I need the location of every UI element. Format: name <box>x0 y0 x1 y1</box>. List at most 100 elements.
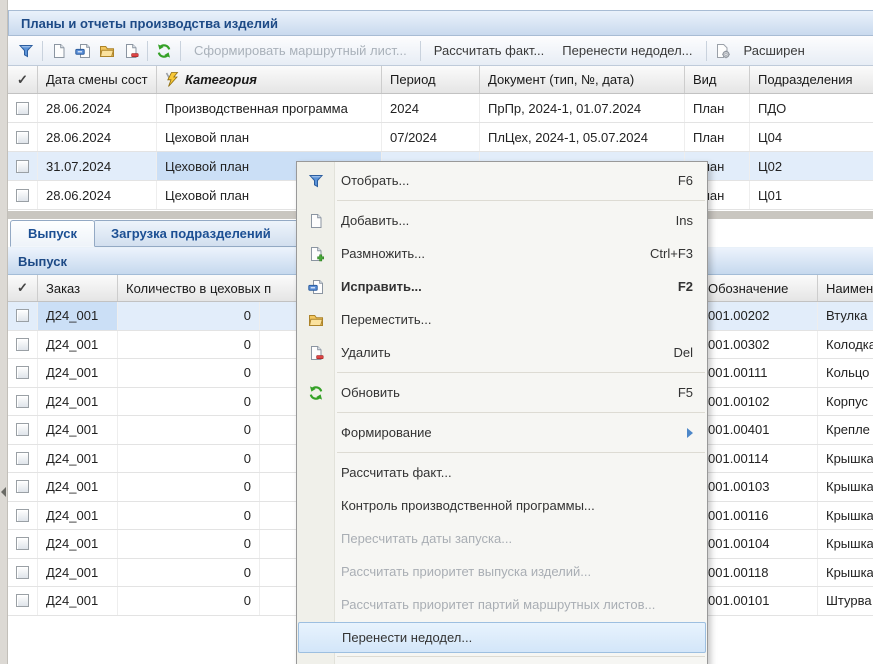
menu-item-dobavit[interactable]: Добавить...Ins <box>297 204 707 237</box>
menu-item-udalit[interactable]: УдалитьDel <box>297 336 707 369</box>
left-collapse-strip[interactable] <box>0 0 8 664</box>
row-checkbox[interactable] <box>16 509 29 522</box>
advanced-button[interactable]: Расширен <box>735 43 814 58</box>
transfer-backlog-button[interactable]: Перенести недодел... <box>553 43 701 58</box>
cell-name: Крышка <box>818 473 873 501</box>
cell-name: Кольцо <box>818 359 873 387</box>
column-header-document[interactable]: Документ (тип, №, дата) <box>480 66 685 93</box>
menu-item-perenesti-nedodel[interactable]: Перенести недодел... <box>298 622 706 653</box>
row-checkbox[interactable] <box>16 160 29 173</box>
row-checkbox-cell <box>8 416 38 444</box>
cell-quantity: 0 <box>118 359 260 387</box>
menu-item-razmnozhit[interactable]: Размножить...Ctrl+F3 <box>297 237 707 270</box>
menu-item-ispravit[interactable]: Исправить...F2 <box>297 270 707 303</box>
row-checkbox[interactable] <box>16 131 29 144</box>
cell-order: Д24_001 <box>38 331 118 359</box>
cell-name: Штурва <box>818 587 873 615</box>
cell-designation: 001.00202 <box>700 302 818 330</box>
menu-item-peremestit[interactable]: Переместить... <box>297 303 707 336</box>
row-checkbox[interactable] <box>16 395 29 408</box>
lightning-icon <box>165 72 180 87</box>
row-checkbox[interactable] <box>16 338 29 351</box>
row-checkbox[interactable] <box>16 189 29 202</box>
cell-name: Крышка <box>818 530 873 558</box>
row-checkbox-cell <box>8 94 38 122</box>
row-checkbox[interactable] <box>16 102 29 115</box>
row-checkbox[interactable] <box>16 309 29 322</box>
select-all-header[interactable]: ✓ <box>8 66 38 93</box>
menu-item-hotkey: Ins <box>676 213 693 228</box>
row-checkbox[interactable] <box>16 480 29 493</box>
copy-doc-icon <box>308 246 324 262</box>
cell-quantity: 0 <box>118 530 260 558</box>
toolbar-separator <box>180 41 181 61</box>
plans-table-header: ✓ Дата смены сост Категория Период Докум… <box>8 66 873 94</box>
row-checkbox[interactable] <box>16 594 29 607</box>
add-button[interactable] <box>47 40 71 62</box>
row-checkbox[interactable] <box>16 423 29 436</box>
refresh-button[interactable] <box>152 40 176 62</box>
menu-separator <box>337 452 705 453</box>
delete-button[interactable] <box>119 40 143 62</box>
cell-order: Д24_001 <box>38 388 118 416</box>
cell-period: 07/2024 <box>382 123 480 151</box>
tab-vypusk[interactable]: Выпуск <box>10 220 95 247</box>
menu-item-otobrat[interactable]: Отобрать...F6 <box>297 164 707 197</box>
column-header-kind[interactable]: Вид <box>685 66 750 93</box>
column-header-name[interactable]: Наимен <box>818 275 873 301</box>
move-button[interactable] <box>95 40 119 62</box>
cell-date: 28.06.2024 <box>38 181 157 209</box>
page-title: Планы и отчеты производства изделий <box>21 16 278 31</box>
menu-item-kontrol-programmy[interactable]: Контроль производственной программы... <box>297 489 707 522</box>
cell-order: Д24_001 <box>38 359 118 387</box>
column-header-date[interactable]: Дата смены сост <box>38 66 157 93</box>
row-checkbox[interactable] <box>16 366 29 379</box>
menu-item-pereschitat-daty[interactable]: Пересчитать даты запуска... <box>297 522 707 555</box>
menu-item-prioritet-izdeliy[interactable]: Рассчитать приоритет выпуска изделий... <box>297 555 707 588</box>
column-header-period[interactable]: Период <box>382 66 480 93</box>
menu-item-hotkey: F2 <box>678 279 693 294</box>
row-checkbox[interactable] <box>16 566 29 579</box>
context-menu: Отобрать...F6 Добавить...InsРазмножить...… <box>296 161 708 664</box>
menu-item-label: Пересчитать даты запуска... <box>341 531 512 546</box>
row-checkbox-cell <box>8 473 38 501</box>
cell-order: Д24_001 <box>38 530 118 558</box>
menu-item-prioritet-partiy[interactable]: Рассчитать приоритет партий маршрутных л… <box>297 588 707 621</box>
cell-order: Д24_001 <box>38 502 118 530</box>
filter-icon <box>308 173 324 189</box>
cell-date: 28.06.2024 <box>38 123 157 151</box>
menu-item-obnovit[interactable]: ОбновитьF5 <box>297 376 707 409</box>
row-checkbox-cell <box>8 302 38 330</box>
menu-separator <box>337 372 705 373</box>
edit-button[interactable] <box>71 40 95 62</box>
cell-quantity: 0 <box>118 587 260 615</box>
menu-item-hotkey: Del <box>673 345 693 360</box>
calculate-fact-button[interactable]: Рассчитать факт... <box>425 43 554 58</box>
column-header-order[interactable]: Заказ <box>38 275 118 301</box>
cell-category: Производственная программа <box>157 94 382 122</box>
row-checkbox-cell <box>8 331 38 359</box>
filter-button[interactable] <box>14 40 38 62</box>
menu-item-rasschitat-fakt[interactable]: Рассчитать факт... <box>297 456 707 489</box>
cell-kind: План <box>685 94 750 122</box>
cell-kind: План <box>685 123 750 151</box>
generate-route-sheet-button[interactable]: Сформировать маршрутный лист... <box>185 43 416 58</box>
plans-table-row[interactable]: 28.06.2024Цеховой план07/2024ПлЦех, 2024… <box>8 123 873 152</box>
column-header-quantity[interactable]: Количество в цеховых п <box>118 275 260 301</box>
cell-quantity: 0 <box>118 473 260 501</box>
column-header-designation[interactable]: Обозначение <box>700 275 818 301</box>
column-header-category-label: Категория <box>185 72 257 87</box>
row-checkbox[interactable] <box>16 537 29 550</box>
plans-table-row[interactable]: 28.06.2024Производственная программа2024… <box>8 94 873 123</box>
cell-designation: 001.00104 <box>700 530 818 558</box>
column-header-division[interactable]: Подразделения <box>750 66 873 93</box>
toolbar-separator <box>42 41 43 61</box>
toolbar-separator <box>147 41 148 61</box>
cell-designation: 001.00111 <box>700 359 818 387</box>
menu-item-formirovanie[interactable]: Формирование <box>297 416 707 449</box>
column-header-category[interactable]: Категория <box>157 66 382 93</box>
select-all-header[interactable]: ✓ <box>8 275 38 301</box>
tab-zagruzka-podrazdeleniy[interactable]: Загрузка подразделений <box>93 220 315 247</box>
cell-name: Колодка <box>818 331 873 359</box>
row-checkbox[interactable] <box>16 452 29 465</box>
